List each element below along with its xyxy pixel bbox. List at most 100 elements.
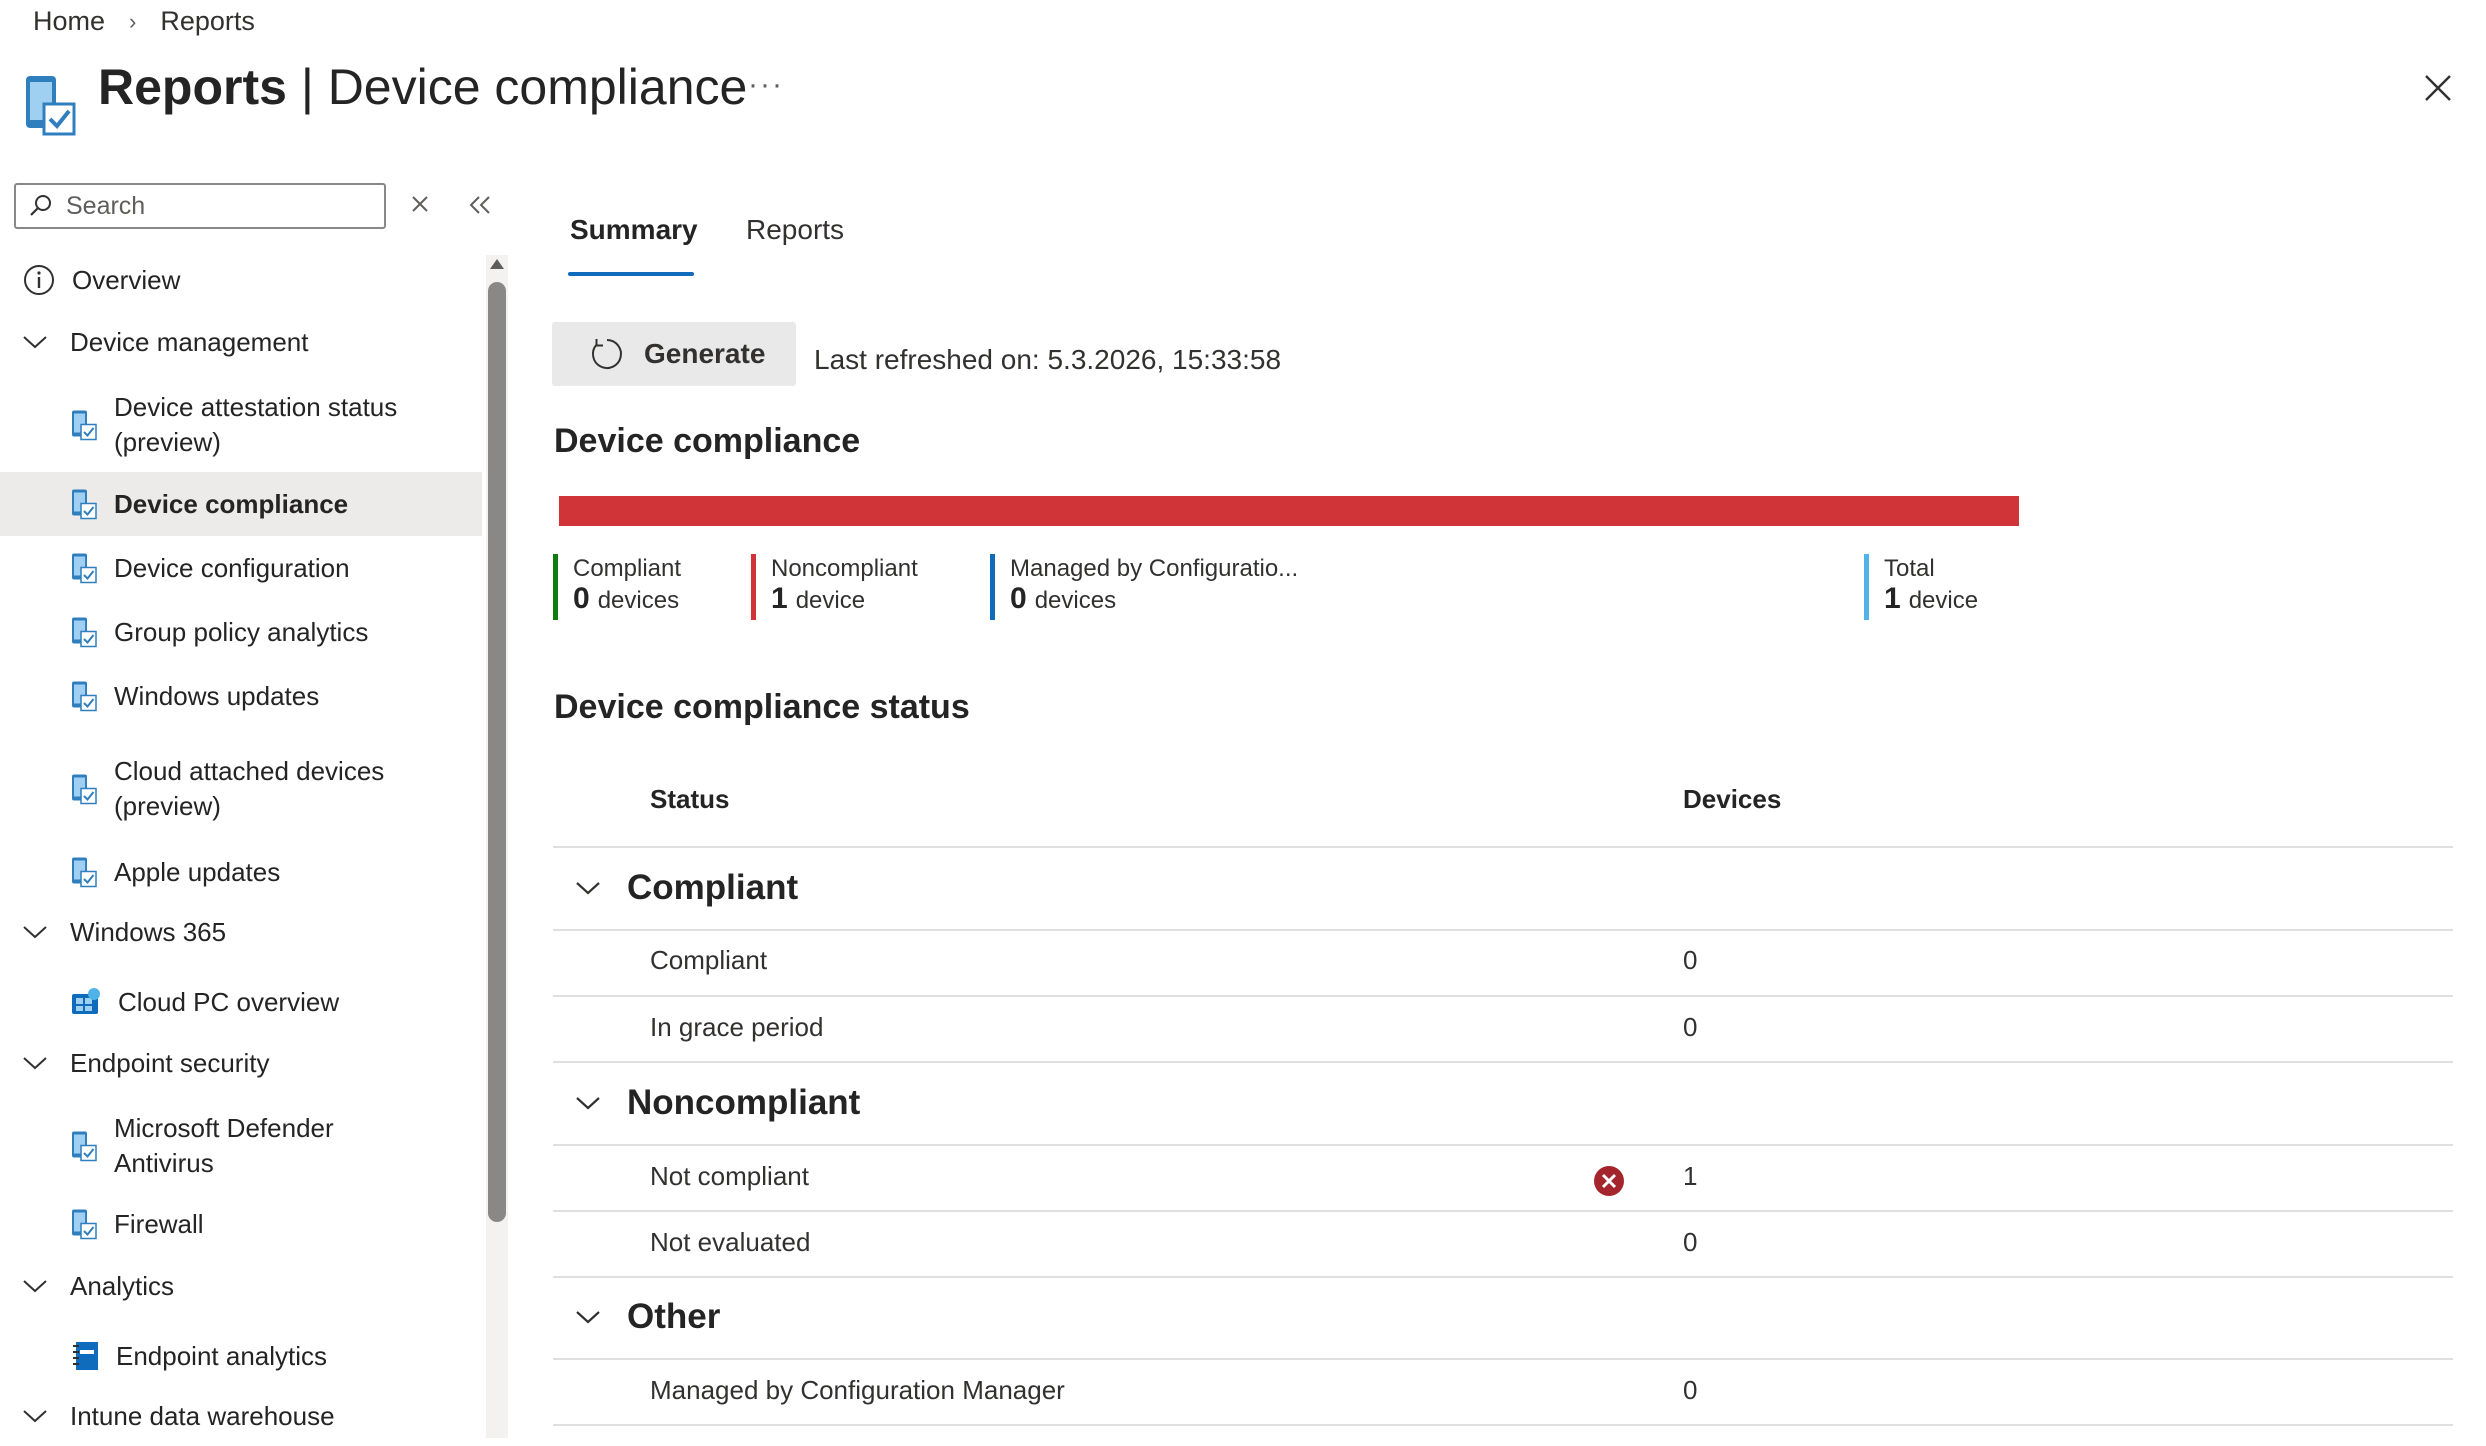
chevron-down-icon (576, 1311, 600, 1324)
sidebar-item-windows-updates[interactable]: Windows updates (0, 664, 482, 728)
tab-summary[interactable]: Summary (570, 214, 698, 246)
chevron-down-icon[interactable] (22, 1055, 48, 1071)
close-icon[interactable] (2420, 70, 2456, 106)
legend-unit: device (1908, 587, 1979, 614)
sidebar-item-intune-data-warehouse[interactable]: Intune data warehouse (0, 1386, 482, 1446)
generate-label: Generate (644, 338, 766, 369)
collapse-sidebar-icon[interactable] (466, 192, 494, 218)
legend-unit: devices (1034, 587, 1117, 614)
clear-search-icon[interactable] (408, 192, 432, 216)
sidebar-item-label: Cloud PC overview (118, 986, 340, 1017)
sidebar-item-device-management[interactable]: Device management (0, 312, 482, 372)
device-compliance-title: Device compliance (554, 422, 861, 460)
sidebar-item-apple-updates[interactable]: Apple updates (0, 840, 482, 904)
legend-unit: devices (597, 587, 680, 614)
chevron-down-icon[interactable] (22, 334, 48, 350)
row-devices[interactable]: 0 (1683, 1227, 1697, 1258)
more-options-button[interactable]: ··· (748, 68, 784, 102)
row-status: Compliant (650, 945, 768, 975)
device-check-icon (70, 408, 98, 442)
group-row-noncompliant[interactable]: Noncompliant (575, 1083, 860, 1123)
notebook-icon (70, 1340, 100, 1372)
divider (553, 1358, 2453, 1360)
chevron-right-icon: › (129, 8, 137, 34)
sidebar-item-cloud-pc-overview[interactable]: Cloud PC overview (0, 970, 482, 1034)
scrollbar-thumb[interactable] (488, 282, 506, 1222)
row-status: Not evaluated (650, 1227, 811, 1257)
sidebar-item-label: Endpoint analytics (116, 1340, 328, 1371)
row-devices[interactable]: 1 (1683, 1161, 1697, 1192)
legend-swatch (1864, 554, 1869, 620)
chevron-down-icon[interactable] (22, 1408, 48, 1424)
search-input[interactable] (64, 190, 368, 222)
device-check-icon (70, 679, 98, 713)
sidebar-item-group-policy-analytics[interactable]: Group policy analytics (0, 600, 482, 664)
info-icon (22, 263, 56, 297)
chevron-down-icon[interactable] (22, 1278, 48, 1294)
sidebar-item-label: Device compliance (114, 488, 349, 519)
page-title-sub: | Device compliance (286, 59, 748, 115)
search-icon (30, 195, 51, 216)
page-title-main: Reports (98, 59, 287, 115)
sidebar-item-label: Overview (72, 264, 181, 295)
sidebar-item-label: Windows updates (114, 680, 320, 711)
error-icon (1594, 1166, 1624, 1196)
legend-count: 0 (573, 582, 590, 615)
group-label: Other (627, 1297, 721, 1336)
sidebar-item-label: Intune data warehouse (70, 1400, 335, 1431)
breadcrumb-home[interactable]: Home (33, 6, 105, 37)
sidebar-item-device-compliance[interactable]: Device compliance (0, 472, 482, 536)
sidebar-item-device-configuration[interactable]: Device configuration (0, 536, 482, 600)
device-check-icon (70, 1129, 98, 1163)
column-header-status[interactable]: Status (650, 784, 729, 815)
tab-reports[interactable]: Reports (746, 214, 844, 246)
divider (553, 1210, 2453, 1212)
group-row-other[interactable]: Other (575, 1297, 720, 1337)
sidebar-item-microsoft-defender-antivirus[interactable]: Microsoft Defender Antivirus (0, 1101, 482, 1191)
generate-button[interactable]: Generate (552, 322, 796, 386)
legend-swatch (751, 554, 756, 620)
sidebar-item-cloud-attached-devices-preview[interactable]: Cloud attached devices (preview) (0, 744, 482, 834)
device-check-icon (70, 615, 98, 649)
row-devices[interactable]: 0 (1683, 1375, 1697, 1406)
sidebar-item-label: Microsoft Defender Antivirus (114, 1113, 334, 1178)
chevron-down-icon[interactable] (22, 924, 48, 940)
row-devices[interactable]: 0 (1683, 945, 1697, 976)
column-header-devices[interactable]: Devices (1683, 784, 1781, 815)
sidebar-item-firewall[interactable]: Firewall (0, 1192, 482, 1256)
last-refreshed-text: Last refreshed on: 5.3.2026, 15:33:58 (814, 344, 1282, 375)
sidebar-item-analytics[interactable]: Analytics (0, 1256, 482, 1316)
divider (553, 929, 2453, 931)
divider (553, 1144, 2453, 1146)
divider (553, 1424, 2453, 1426)
row-status: Managed by Configuration Manager (650, 1375, 1065, 1405)
legend-total: Total 1 device (1864, 554, 1978, 620)
legend-label: Noncompliant (771, 555, 918, 582)
status-table-title: Device compliance status (554, 688, 970, 726)
device-check-icon (26, 76, 76, 136)
active-tab-indicator (568, 272, 694, 276)
sidebar-item-device-attestation-status-preview[interactable]: Device attestation status (preview) (0, 380, 482, 470)
breadcrumb-reports[interactable]: Reports (160, 6, 255, 37)
sidebar-item-endpoint-analytics[interactable]: Endpoint analytics (0, 1324, 482, 1388)
sidebar-item-label: Device management (70, 326, 309, 357)
legend-count: 0 (1010, 582, 1027, 615)
group-label: Compliant (627, 868, 799, 907)
sidebar-item-overview[interactable]: Overview (0, 250, 482, 310)
legend-managed-by-config: Managed by Configuratio... 0 devices (990, 554, 1298, 620)
compliance-bar (559, 496, 2019, 526)
search-box[interactable] (14, 183, 386, 229)
sidebar-item-windows-365[interactable]: Windows 365 (0, 902, 482, 962)
sidebar-item-label: Windows 365 (70, 916, 227, 947)
sidebar-item-label: Endpoint security (70, 1047, 270, 1078)
sidebar-item-endpoint-security[interactable]: Endpoint security (0, 1033, 482, 1093)
legend-swatch (553, 554, 558, 620)
device-check-icon (70, 551, 98, 585)
group-row-compliant[interactable]: Compliant (575, 868, 798, 908)
chevron-down-icon (576, 882, 600, 895)
sidebar-item-label: Apple updates (114, 856, 281, 887)
cloud-pc-icon (70, 986, 102, 1018)
row-devices[interactable]: 0 (1683, 1012, 1697, 1043)
page-title: Reports | Device compliance (98, 58, 747, 116)
scroll-up-icon[interactable] (489, 258, 505, 270)
